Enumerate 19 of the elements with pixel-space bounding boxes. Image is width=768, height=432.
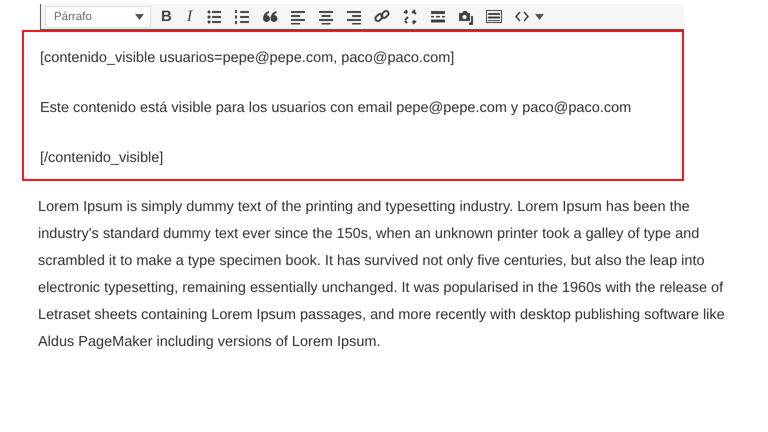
quote-icon: [262, 8, 278, 25]
read-more-icon: [430, 8, 446, 25]
body-paragraph: Lorem Ipsum is simply dummy text of the printing and typesetting industry. Lorem Ipsum has been the industry's standard dummy text ever since the 150s, when an unknown printer took a galley of type and scrambled it to make a type specimen book. It has survived not only five centuries, but also the leap into electronic typesetting, remaining essentially unchanged. It was popularised in the 1960s with the release of Letraset sheets containing Lorem Ipsum passages, and more recently with desktop publishing software like Aldus PageMaker including versions of Lorem Ipsum.: [38, 198, 726, 352]
shortcode-line: [/contenido_visible]: [40, 149, 164, 168]
format-dropdown[interactable]: Párrafo: [45, 6, 151, 28]
align-right-icon: [346, 8, 362, 25]
caret-icon: [535, 14, 544, 20]
link-icon: [374, 8, 390, 25]
keyboard-icon: [486, 8, 502, 25]
align-left-icon: [290, 8, 306, 25]
align-center-icon: [318, 8, 334, 25]
bullet-list-icon: [206, 8, 222, 25]
shortcode-line: Este contenido está visible para los usuarios con email pepe@pepe.com y paco@paco.com: [40, 99, 632, 118]
numbered-list-icon: [234, 8, 250, 25]
bold-button[interactable]: B: [155, 4, 178, 28]
caret-icon: [135, 14, 144, 20]
camera-music-icon: [458, 8, 474, 25]
shortcode-line: [contenido_visible usuarios=pepe@pepe.com, paco@paco.com]: [40, 49, 456, 68]
italic-button[interactable]: I: [180, 4, 200, 28]
